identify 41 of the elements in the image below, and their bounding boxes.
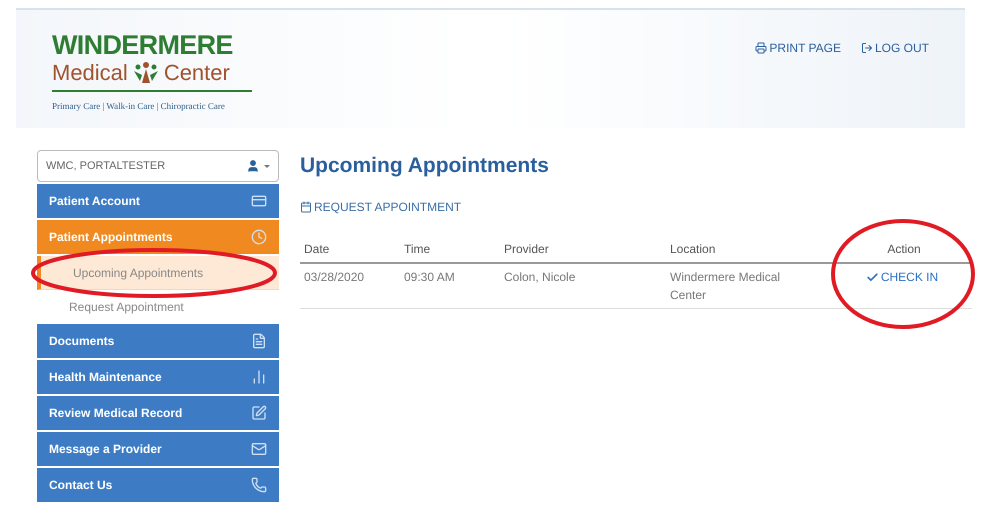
logo-subtitle: Center — [164, 60, 230, 86]
document-icon — [251, 333, 267, 349]
people-logo-icon — [132, 61, 160, 85]
sidebar-item[interactable]: Health Maintenance — [37, 360, 279, 394]
page-title: Upcoming Appointments — [300, 153, 550, 179]
edit-icon — [251, 405, 267, 421]
sidebar-item[interactable]: Patient Appointments — [37, 220, 279, 254]
column-header: Date — [304, 242, 330, 256]
column-header: Action — [887, 242, 921, 256]
sidebar-item[interactable]: Message a Provider — [37, 432, 279, 466]
column-header: Provider — [504, 242, 549, 256]
logout-link[interactable]: LOG OUT — [860, 40, 929, 56]
phone-icon — [251, 477, 267, 493]
column-header: Time — [404, 242, 430, 256]
clock-icon — [251, 229, 267, 245]
mail-icon — [251, 441, 267, 457]
check-icon — [866, 270, 879, 284]
column-header: Location — [670, 242, 716, 256]
sidebar-item[interactable]: Patient Account — [37, 184, 279, 218]
logo-title: WINDERMERE — [52, 30, 234, 60]
table-cell-text: Windermere Medical Center — [670, 269, 782, 304]
table-cell-text: 09:30 AM — [404, 269, 456, 286]
user-icon — [246, 159, 260, 173]
user-dropdown[interactable]: WMC, PORTALTESTER — [37, 150, 279, 182]
logo-tagline: Primary Care | Walk-in Care | Chiropractic Care — [52, 100, 226, 113]
request-appointment-link[interactable]: REQUEST APPOINTMENT — [300, 198, 462, 216]
logout-icon — [860, 42, 873, 54]
bar-chart-icon — [251, 369, 267, 385]
sidebar-item[interactable]: Contact Us — [37, 468, 279, 502]
table-cell-text: 03/28/2020 — [304, 269, 366, 286]
printer-icon — [755, 42, 768, 54]
logo-subtitle: Medical — [52, 60, 128, 86]
sidebar-item[interactable]: Documents — [37, 324, 279, 358]
check-in-link[interactable]: CHECK IN — [866, 268, 938, 286]
sidebar-item[interactable]: Review Medical Record — [37, 396, 279, 430]
table-cell-text: Colon, Nicole — [504, 269, 576, 286]
print-link[interactable]: PRINT PAGE — [755, 40, 841, 56]
sidebar-subitem[interactable]: Upcoming Appointments — [37, 256, 279, 290]
id-card-icon — [251, 193, 267, 209]
calendar-icon — [300, 201, 312, 213]
caret-icon — [264, 164, 270, 168]
